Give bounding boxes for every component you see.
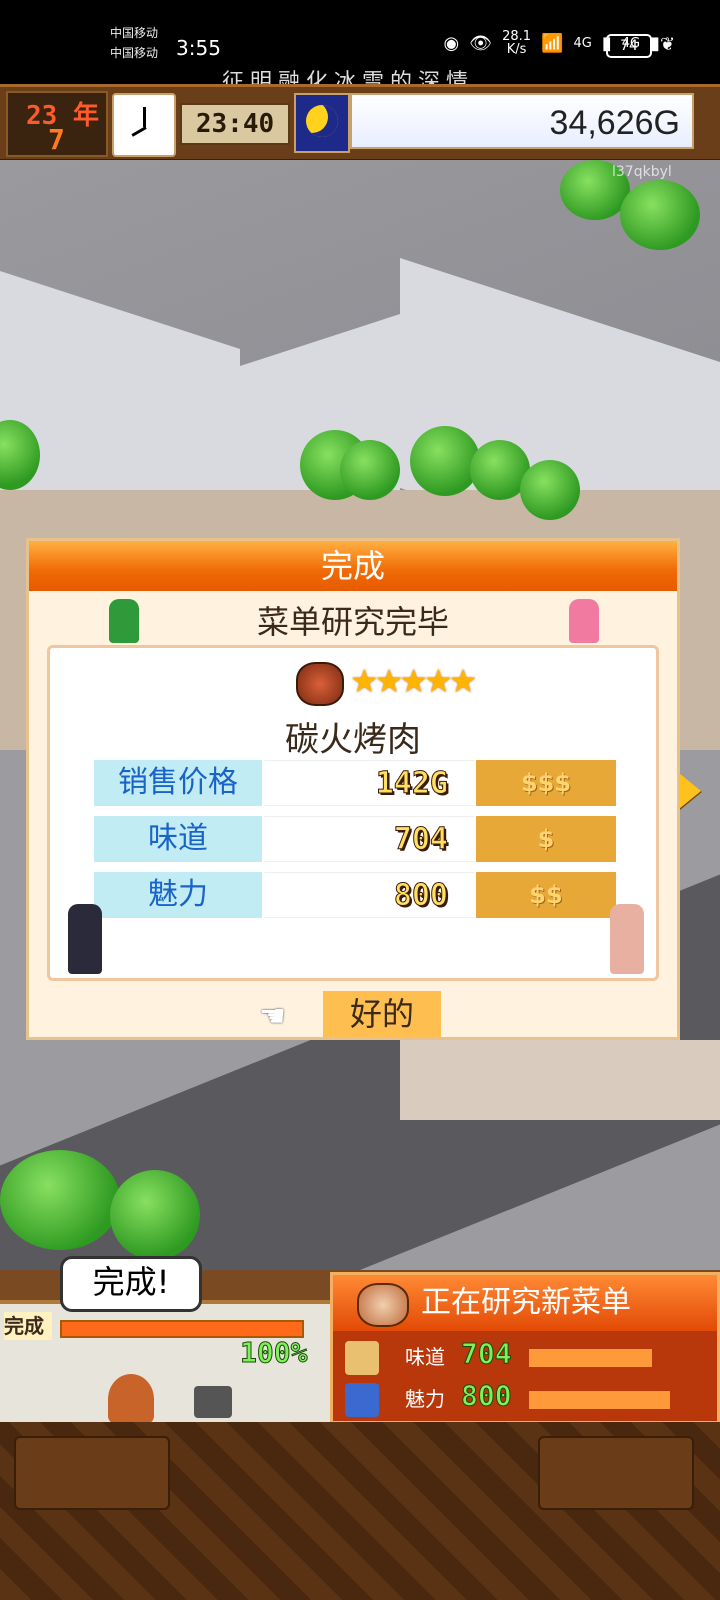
research-row-taste: 味道 704 <box>345 1337 705 1377</box>
stat-name: 魅力 <box>405 1387 445 1411</box>
stat-value: 142G <box>264 760 474 806</box>
nfc-icon: ◉ <box>443 32 460 54</box>
stat-bar <box>529 1391 670 1409</box>
right-menu-button[interactable] <box>538 1436 694 1510</box>
eye-icon: 👁 <box>469 32 493 54</box>
stat-rank: $$ <box>476 872 616 918</box>
speech-bubble: 完成! <box>60 1256 202 1312</box>
game-header: 23 年 7 月 23:40 34,626G <box>0 84 720 194</box>
cook-character-icon <box>108 1374 154 1424</box>
watermark-text: l37qkbyl <box>612 164 672 180</box>
customer-character-icon <box>610 904 644 974</box>
appeal-icon <box>345 1383 379 1417</box>
money-display: 34,626G <box>350 93 694 149</box>
stat-label: 魅力 <box>94 872 262 918</box>
manager-character-icon <box>68 904 102 974</box>
stat-value: 800 <box>461 1379 513 1413</box>
ok-button[interactable]: 好的 <box>323 991 441 1037</box>
dish-info-panel: ★★★★★ 碳火烤肉 销售价格 142G $$$ 味道 704 $ 魅力 800… <box>47 645 659 981</box>
moon-icon <box>294 93 350 153</box>
stat-value: 704 <box>264 816 474 862</box>
stat-row-taste: 味道 704 $ <box>94 816 616 862</box>
kitchen-view[interactable]: 完成 100% <box>0 1300 330 1428</box>
dish-icon <box>296 662 344 706</box>
progress-label: 完成 <box>4 1312 52 1340</box>
dish-icon <box>357 1283 409 1327</box>
carrier-label-2: 中国移动 <box>110 46 159 60</box>
research-panel[interactable]: 正在研究新菜单 味道 704 魅力 800 <box>330 1272 720 1424</box>
progress-percent: 100% <box>239 1336 308 1370</box>
waitress-character-icon <box>569 599 599 643</box>
stat-value: 704 <box>461 1337 513 1371</box>
clock-icon <box>112 93 176 157</box>
signal-1-label: 4G <box>573 35 592 51</box>
stat-row-price: 销售价格 142G $$$ <box>94 760 616 806</box>
progress-fill <box>62 1322 302 1336</box>
taste-icon <box>345 1341 379 1375</box>
date-display: 23 年 7 月 <box>6 91 108 194</box>
status-time: 3:55 <box>176 36 221 60</box>
status-bar: 中国移动 中国移动 3:55 征明融化冰雪的深情 ◉ 👁 28.1 K/s 📶 … <box>0 0 720 95</box>
stat-value: 800 <box>264 872 474 918</box>
stat-bar <box>529 1349 652 1367</box>
leaf-icon: ❦ <box>660 34 676 55</box>
carrier-label-1: 中国移动 <box>110 26 159 40</box>
battery-icon: 74 <box>606 34 652 58</box>
rating-stars: ★★★★★ <box>350 662 477 700</box>
stat-row-appeal: 魅力 800 $$ <box>94 872 616 918</box>
stat-label: 味道 <box>94 816 262 862</box>
pointing-hand-icon: ☚ <box>259 999 286 1034</box>
stat-name: 味道 <box>405 1345 445 1369</box>
dish-name: 碳火烤肉 <box>285 720 421 760</box>
net-speed: 28.1 K/s <box>502 30 531 56</box>
stat-rank: $$$ <box>476 760 616 806</box>
stat-rank: $ <box>476 816 616 862</box>
next-arrow-icon[interactable] <box>679 773 701 809</box>
dialog-title: 完成 <box>29 541 677 591</box>
research-row-appeal: 魅力 800 <box>345 1379 705 1419</box>
stat-label: 销售价格 <box>94 760 262 806</box>
bottom-panel: 完成 100% 完成! 正在研究新菜单 味道 704 魅力 800 <box>0 1256 720 1600</box>
chef-character-icon <box>109 599 139 643</box>
wifi-icon: 📶 <box>541 32 564 54</box>
left-menu-button[interactable] <box>14 1436 170 1510</box>
research-complete-dialog: 完成 菜单研究完毕 ★★★★★ 碳火烤肉 销售价格 142G $$$ 味道 70… <box>26 538 701 1040</box>
net-speed-unit: K/s <box>506 42 527 57</box>
game-time: 23:40 <box>180 103 290 145</box>
pot-icon <box>194 1386 232 1418</box>
